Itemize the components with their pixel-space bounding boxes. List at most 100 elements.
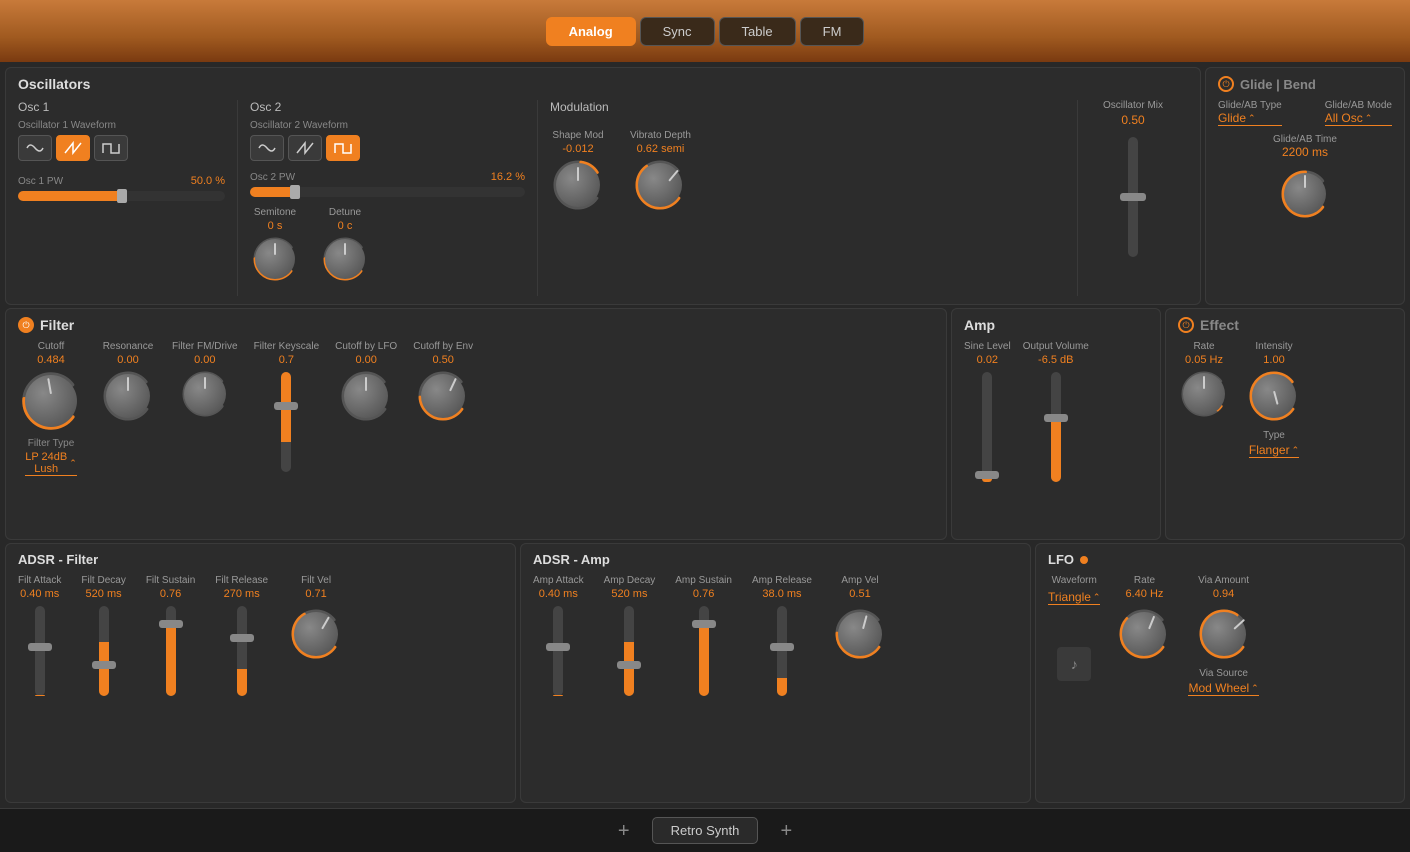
lfo-via-amount-knob[interactable]	[1196, 606, 1252, 662]
keyscale-slider[interactable]	[281, 372, 291, 472]
resonance-group: Resonance 0.00	[100, 341, 156, 424]
amp-sustain-group: Amp Sustain 0.76	[675, 575, 732, 696]
osc2-wave-square[interactable]	[326, 135, 360, 161]
semitone-knob[interactable]	[250, 234, 300, 284]
osc2-wave-saw[interactable]	[288, 135, 322, 161]
vibrato-depth-knob[interactable]	[632, 157, 688, 213]
tab-fm[interactable]: FM	[800, 17, 865, 46]
lfo-note-btn[interactable]: ♪	[1057, 647, 1091, 681]
detune-knob[interactable]	[320, 234, 370, 284]
filt-attack-slider[interactable]	[35, 606, 45, 696]
cutoff-knob[interactable]	[18, 368, 84, 434]
filt-release-slider[interactable]	[237, 606, 247, 696]
adsr-filter-title: ADSR - Filter	[18, 552, 98, 567]
glide-mode-label: Glide/AB Mode	[1325, 100, 1392, 111]
osc-mix-slider[interactable]	[1128, 137, 1138, 257]
glide-time-knob[interactable]	[1278, 167, 1332, 221]
sine-level-slider[interactable]	[982, 372, 992, 482]
glide-type-select[interactable]: Glide ⌃	[1218, 111, 1282, 126]
glide-mode-select[interactable]: All Osc ⌃	[1325, 111, 1392, 126]
filt-sustain-label: Filt Sustain	[146, 575, 195, 586]
tab-sync[interactable]: Sync	[640, 17, 715, 46]
instrument-btn[interactable]: Retro Synth	[652, 817, 759, 844]
filter-type-select[interactable]: LP 24dBLush ⌃	[25, 451, 77, 476]
keyscale-value: 0.7	[279, 354, 294, 366]
filt-sustain-value: 0.76	[160, 588, 181, 600]
lfo-via-source-select[interactable]: Mod Wheel ⌃	[1188, 681, 1258, 696]
effect-title: Effect	[1200, 317, 1239, 333]
effect-rate-label: Rate	[1193, 341, 1214, 352]
glide-power-btn[interactable]: ⏻	[1218, 76, 1234, 92]
top-bar: Analog Sync Table FM	[0, 0, 1410, 62]
cutoff-label: Cutoff	[38, 341, 65, 352]
mod-knobs: Shape Mod -0.012	[550, 130, 1065, 213]
keyscale-group: Filter Keyscale 0.7	[254, 341, 320, 472]
tab-analog[interactable]: Analog	[546, 17, 636, 46]
filt-decay-slider[interactable]	[99, 606, 109, 696]
effect-rate-knob[interactable]	[1178, 368, 1230, 420]
output-volume-slider[interactable]	[1051, 372, 1061, 482]
cutoff-lfo-knob[interactable]	[338, 368, 394, 424]
amp-release-label: Amp Release	[752, 575, 812, 586]
osc1-wave-saw[interactable]	[56, 135, 90, 161]
shape-mod-knob[interactable]	[550, 157, 606, 213]
osc1-wave-square[interactable]	[94, 135, 128, 161]
effect-intensity-label: Intensity	[1255, 341, 1292, 352]
cutoff-lfo-label: Cutoff by LFO	[335, 341, 397, 352]
glide-time-label: Glide/AB Time	[1218, 134, 1392, 145]
resonance-knob[interactable]	[100, 368, 156, 424]
osc1-pw-value: 50.0 %	[191, 175, 225, 187]
filt-attack-label: Filt Attack	[18, 575, 61, 586]
lfo-title: LFO	[1048, 552, 1074, 567]
cutoff-env-label: Cutoff by Env	[413, 341, 473, 352]
osc2-wave-sine[interactable]	[250, 135, 284, 161]
effect-type-select[interactable]: Flanger ⌃	[1249, 443, 1299, 458]
glide-type-group: Glide/AB Type Glide ⌃	[1218, 100, 1282, 126]
filt-release-group: Filt Release 270 ms	[215, 575, 268, 696]
osc2-tune-knobs: Semitone 0 s	[250, 207, 525, 284]
amp-decay-slider[interactable]	[624, 606, 634, 696]
output-volume-value: -6.5 dB	[1038, 354, 1073, 366]
osc2-waveform-btns	[250, 135, 525, 161]
amp-decay-label: Amp Decay	[604, 575, 656, 586]
amp-sustain-label: Amp Sustain	[675, 575, 732, 586]
vibrato-depth-group: Vibrato Depth 0.62 semi	[630, 130, 691, 213]
adsr-filter-section: ADSR - Filter Filt Attack 0.40 ms F	[5, 543, 516, 803]
glide-type-label: Glide/AB Type	[1218, 100, 1282, 111]
filter-type-label: Filter Type	[28, 438, 75, 449]
add-left-btn[interactable]: +	[612, 819, 636, 843]
filt-sustain-slider[interactable]	[166, 606, 176, 696]
osc2-pw-slider[interactable]	[250, 187, 525, 197]
effect-power-btn[interactable]: ⏻	[1178, 317, 1194, 333]
amp-vel-group: Amp Vel 0.51	[832, 575, 888, 662]
cutoff-env-knob[interactable]	[415, 368, 471, 424]
filt-vel-knob[interactable]	[288, 606, 344, 662]
output-volume-group: Output Volume -6.5 dB	[1023, 341, 1089, 482]
lfo-via-source-label: Via Source	[1199, 668, 1248, 679]
lfo-waveform-select[interactable]: Triangle ⌃	[1048, 590, 1100, 605]
note-icon: ♪	[1071, 656, 1078, 672]
osc1-pw-slider[interactable]	[18, 191, 225, 201]
amp-vel-knob[interactable]	[832, 606, 888, 662]
lfo-waveform-chevron: ⌃	[1093, 592, 1101, 603]
effect-intensity-group: Intensity 1.00 Type Flanger	[1246, 341, 1302, 458]
effect-intensity-knob[interactable]	[1246, 368, 1302, 424]
effect-type-chevron: ⌃	[1292, 445, 1300, 456]
osc1-wave-sine[interactable]	[18, 135, 52, 161]
filter-power-btn[interactable]: ⏻	[18, 317, 34, 333]
amp-release-slider[interactable]	[777, 606, 787, 696]
osc-mix-panel: Oscillator Mix 0.50	[1078, 100, 1188, 296]
tab-table[interactable]: Table	[719, 17, 796, 46]
filt-sustain-group: Filt Sustain 0.76	[146, 575, 195, 696]
detune-label: Detune	[329, 207, 361, 218]
lfo-active-indicator	[1080, 556, 1088, 564]
semitone-value: 0 s	[268, 220, 283, 232]
add-right-btn[interactable]: +	[774, 819, 798, 843]
fm-drive-knob[interactable]	[179, 368, 231, 420]
amp-attack-slider[interactable]	[553, 606, 563, 696]
glide-title: Glide | Bend	[1240, 77, 1316, 92]
lfo-rate-knob[interactable]	[1116, 606, 1172, 662]
amp-sustain-slider[interactable]	[699, 606, 709, 696]
lfo-via-source-chevron: ⌃	[1251, 683, 1259, 694]
sine-level-value: 0.02	[977, 354, 998, 366]
